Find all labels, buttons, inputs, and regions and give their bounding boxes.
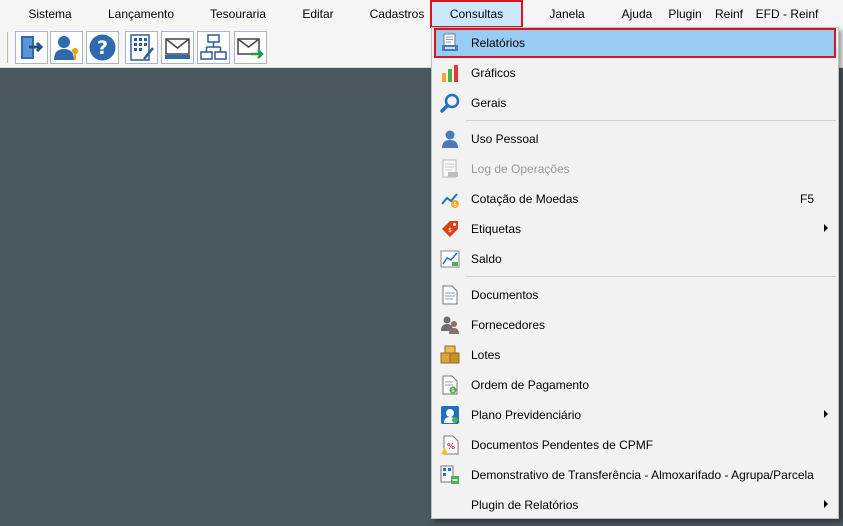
menu-item-ordem-de-pagamento[interactable]: $ Ordem de Pagamento — [434, 370, 836, 400]
price-tag-icon: $ — [440, 219, 460, 239]
suppliers-icon — [440, 315, 460, 335]
menu-item-label: Fornecedores — [471, 318, 546, 332]
menu-item-cotacao-de-moedas[interactable]: $ Cotação de Moedas F5 — [434, 184, 836, 214]
calculator-sheet-icon — [127, 33, 156, 62]
mail-forward-icon — [236, 33, 265, 62]
calculator-button[interactable] — [125, 31, 158, 64]
org-chart-button[interactable] — [197, 31, 230, 64]
svg-text:$: $ — [451, 388, 455, 394]
menu-item-label: Plano Previdenciário — [471, 408, 582, 422]
menu-item-saldo[interactable]: Saldo — [434, 244, 836, 274]
menu-item-demonstrativo-de-transferencia[interactable]: Demonstrativo de Transferência - Almoxar… — [434, 460, 836, 490]
menu-consultas[interactable]: Consultas — [430, 0, 523, 28]
magnifier-icon — [440, 93, 460, 113]
document-icon — [440, 285, 460, 305]
menu-item-label: Documentos — [471, 288, 539, 302]
menu-item-gerais[interactable]: Gerais — [434, 88, 836, 118]
svg-text:$: $ — [448, 227, 452, 234]
menu-item-documentos-pendentes-cpmf[interactable]: % Documentos Pendentes de CPMF — [434, 430, 836, 460]
user-key-button[interactable] — [50, 31, 83, 64]
svg-text:%: % — [447, 442, 455, 451]
menu-editar[interactable]: Editar — [294, 0, 342, 28]
org-chart-icon — [199, 33, 228, 62]
menu-item-plugin-de-relatorios[interactable]: Plugin de Relatórios — [434, 490, 836, 520]
menu-item-log-de-operacoes[interactable]: Log de Operações — [434, 154, 836, 184]
menu-separator — [466, 120, 836, 121]
menu-item-label: Demonstrativo de Transferência - Almoxar… — [471, 468, 814, 482]
mail-tray-icon — [163, 33, 192, 62]
report-printer-icon — [440, 33, 460, 53]
toolbar-grip[interactable] — [7, 32, 12, 63]
menu-item-lotes[interactable]: Lotes — [434, 340, 836, 370]
transfer-report-icon — [440, 465, 460, 485]
menu-item-label: Cotação de Moedas — [471, 192, 579, 206]
menu-bar: Sistema Lançamento Tesouraria Editar Cad… — [0, 0, 843, 28]
menu-reinf[interactable]: Reinf — [710, 0, 748, 28]
menu-cadastros[interactable]: Cadastros — [362, 0, 432, 28]
boxes-icon — [440, 345, 460, 365]
pending-document-icon: % — [440, 435, 460, 455]
menu-item-etiquetas[interactable]: $ Etiquetas — [434, 214, 836, 244]
menu-janela[interactable]: Janela — [540, 0, 594, 28]
currency-chart-icon: $ — [440, 189, 460, 209]
menu-item-relatorios[interactable]: Relatórios — [434, 28, 836, 58]
menu-item-label: Gráficos — [471, 66, 516, 80]
menu-item-label: Plugin de Relatórios — [471, 498, 579, 512]
menu-item-label: Etiquetas — [471, 222, 522, 236]
menu-item-plano-previdenciario[interactable]: Plano Previdenciário — [434, 400, 836, 430]
log-document-icon — [440, 159, 460, 179]
balance-chart-icon — [440, 249, 460, 269]
menu-tesouraria[interactable]: Tesouraria — [202, 0, 274, 28]
user-key-icon — [52, 33, 81, 62]
menu-item-label: Ordem de Pagamento — [471, 378, 590, 392]
menu-item-label: Gerais — [471, 96, 507, 110]
payment-order-icon: $ — [440, 375, 460, 395]
menu-plugin[interactable]: Plugin — [662, 0, 708, 28]
menu-lancamento[interactable]: Lançamento — [98, 0, 184, 28]
menu-item-fornecedores[interactable]: Fornecedores — [434, 310, 836, 340]
consultas-dropdown-menu: Relatórios Gráficos Gerais Uso Pessoal L… — [431, 27, 839, 519]
svg-text:$: $ — [453, 202, 457, 209]
submenu-arrow-icon — [824, 410, 828, 418]
menu-item-label: Log de Operações — [471, 162, 570, 176]
menu-item-documentos[interactable]: Documentos — [434, 280, 836, 310]
help-question-icon: ? — [88, 33, 117, 62]
bar-chart-icon — [440, 63, 460, 83]
menu-item-label: Documentos Pendentes de CPMF — [471, 438, 654, 452]
mail-forward-button[interactable] — [234, 31, 267, 64]
menu-item-graficos[interactable]: Gráficos — [434, 58, 836, 88]
menu-item-label: Uso Pessoal — [471, 132, 539, 146]
menu-item-label: Saldo — [471, 252, 502, 266]
exit-door-icon — [17, 33, 46, 62]
person-icon — [440, 129, 460, 149]
menu-sistema[interactable]: Sistema — [18, 0, 82, 28]
menu-item-label: Relatórios — [471, 36, 526, 50]
menu-item-uso-pessoal[interactable]: Uso Pessoal — [434, 124, 836, 154]
submenu-arrow-icon — [824, 500, 828, 508]
menu-item-label: Lotes — [471, 348, 501, 362]
help-button[interactable]: ? — [86, 31, 119, 64]
menu-separator — [466, 276, 836, 277]
exit-button[interactable] — [15, 31, 48, 64]
mail-tray-button[interactable] — [161, 31, 194, 64]
svg-text:?: ? — [97, 37, 108, 59]
menu-efd-reinf[interactable]: EFD - Reinf — [750, 0, 824, 28]
submenu-arrow-icon — [824, 224, 828, 232]
pension-plan-icon — [440, 405, 460, 425]
menu-ajuda[interactable]: Ajuda — [612, 0, 662, 28]
shortcut-label: F5 — [799, 192, 814, 206]
